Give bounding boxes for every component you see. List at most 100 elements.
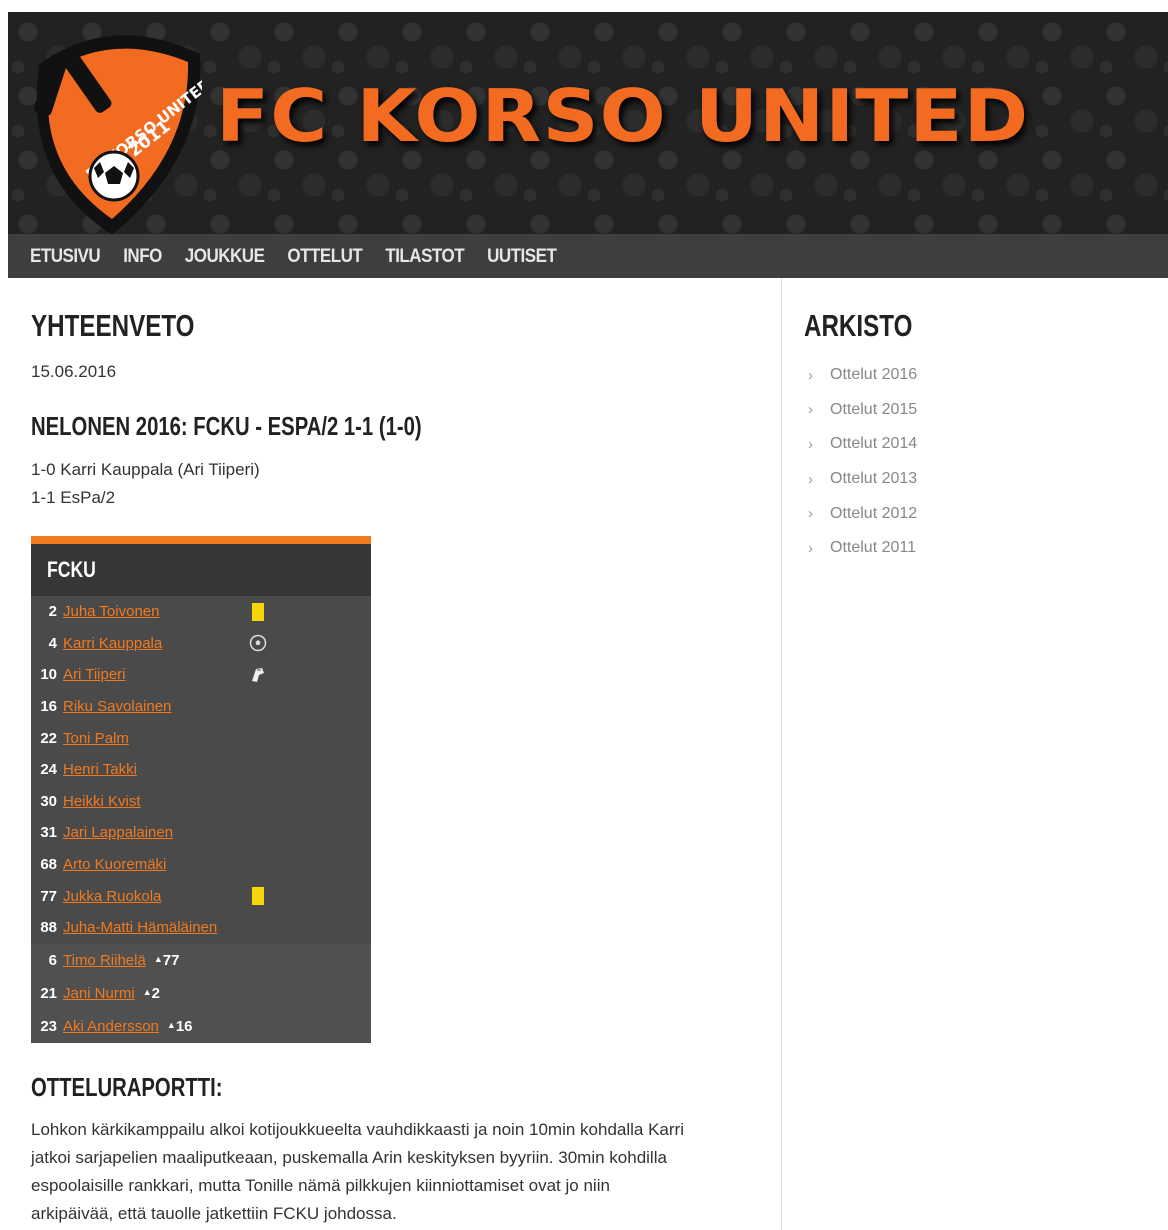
assist-boot-icon bbox=[252, 667, 264, 682]
nav-info[interactable]: INFO bbox=[123, 245, 162, 268]
player-name-link[interactable]: Jani Nurmi bbox=[63, 985, 135, 1002]
sub-minute: 16 bbox=[175, 1017, 193, 1035]
player-number: 4 bbox=[48, 634, 57, 652]
nav-tilastot[interactable]: TILASTOT bbox=[385, 245, 464, 268]
page-title: YHTEENVETO bbox=[31, 308, 195, 343]
player-row: 2 Juha Toivonen bbox=[31, 596, 371, 628]
player-row: 88 Juha-Matti Hämäläinen bbox=[31, 912, 371, 944]
goal-line: 1-1 EsPa/2 bbox=[31, 488, 116, 507]
sub-in-icon: ▲ bbox=[142, 986, 152, 997]
player-row: 68 Arto Kuoremäki bbox=[31, 849, 371, 881]
archive-item: › Ottelut 2015 bbox=[808, 393, 917, 428]
sub-minute: 2 bbox=[151, 984, 160, 1002]
report-line: espoolaisille rankkari, mutta Tonille nä… bbox=[31, 1176, 610, 1195]
player-row: 4 Karri Kauppala bbox=[31, 628, 371, 660]
player-name-link[interactable]: Aki Andersson bbox=[63, 1018, 159, 1035]
player-name-link[interactable]: Jukka Ruokola bbox=[63, 888, 243, 905]
sub-in-icon: ▲ bbox=[166, 1019, 176, 1030]
player-event bbox=[243, 602, 273, 621]
match-date: 15.06.2016 bbox=[31, 362, 117, 381]
player-name-link[interactable]: Toni Palm bbox=[63, 730, 243, 747]
sub-minute: 77 bbox=[162, 951, 180, 969]
report-line: Lohkon kärkikamppailu alkoi kotijoukkuee… bbox=[31, 1120, 684, 1139]
archive-heading: ARKISTO bbox=[804, 308, 913, 343]
club-logo[interactable]: FC KORSO UNITED 2011 bbox=[22, 26, 202, 234]
player-number: 77 bbox=[40, 887, 57, 905]
match-title: NELONEN 2016: FCKU - ESPA/2 1-1 (1-0) bbox=[31, 411, 422, 441]
report-line: jatkoi sarjapelien maaliputkeaan, puskem… bbox=[31, 1148, 667, 1167]
nav-joukkue[interactable]: JOUKKUE bbox=[185, 245, 265, 268]
chevron-right-icon: › bbox=[808, 470, 813, 488]
player-number: 23 bbox=[40, 1017, 57, 1035]
player-row: 22 Toni Palm bbox=[31, 722, 371, 754]
player-event bbox=[243, 634, 273, 652]
player-name-link[interactable]: Henri Takki bbox=[63, 761, 243, 778]
player-number: 30 bbox=[40, 792, 57, 810]
sub-row: 21 Jani Nurmi ▲2 bbox=[31, 977, 371, 1010]
player-number: 6 bbox=[48, 951, 57, 969]
player-number: 22 bbox=[40, 729, 57, 747]
goal-ball-icon bbox=[249, 635, 267, 652]
chevron-right-icon: › bbox=[808, 435, 813, 453]
player-name-link[interactable]: Heikki Kvist bbox=[63, 793, 243, 810]
lineup-table: FCKU 2 Juha Toivonen 4 Karri Kauppala 10 Ari … bbox=[31, 536, 371, 1043]
yellow-card-icon bbox=[252, 602, 264, 621]
subs-list: 6 Timo Riihelä ▲77 21 Jani Nurmi ▲2 23 Aki Ande… bbox=[31, 943, 371, 1043]
match-report: Lohkon kärkikamppailu alkoi kotijoukkuee… bbox=[31, 1116, 761, 1228]
player-name-link[interactable]: Juha-Matti Hämäläinen bbox=[63, 919, 243, 936]
yellow-card-icon bbox=[252, 887, 264, 906]
player-number: 10 bbox=[40, 666, 57, 684]
archive-link[interactable]: Ottelut 2016 bbox=[830, 366, 917, 384]
chevron-right-icon: › bbox=[808, 366, 813, 384]
player-number: 88 bbox=[40, 919, 57, 937]
archive-link[interactable]: Ottelut 2013 bbox=[830, 470, 917, 488]
chevron-right-icon: › bbox=[808, 505, 813, 523]
nav-uutiset[interactable]: UUTISET bbox=[487, 245, 557, 268]
archive-list: › Ottelut 2016 › Ottelut 2015 › Ottelut 201… bbox=[808, 358, 917, 566]
player-name-link[interactable]: Karri Kauppala bbox=[63, 635, 243, 652]
player-row: 24 Henri Takki bbox=[31, 754, 371, 786]
lineup-header: FCKU bbox=[31, 544, 371, 596]
archive-item: › Ottelut 2016 bbox=[808, 358, 917, 393]
sub-row: 23 Aki Andersson ▲16 bbox=[31, 1010, 371, 1043]
main-nav: ETUSIVU INFO JOUKKUE OTTELUT TILASTOT UU… bbox=[8, 234, 1168, 278]
player-name-link[interactable]: Jari Lappalainen bbox=[63, 824, 243, 841]
player-number: 21 bbox=[40, 984, 57, 1002]
player-number: 31 bbox=[40, 824, 57, 842]
archive-item: › Ottelut 2011 bbox=[808, 531, 917, 566]
player-name-link[interactable]: Juha Toivonen bbox=[63, 603, 243, 620]
archive-link[interactable]: Ottelut 2012 bbox=[830, 505, 917, 523]
player-name-link[interactable]: Timo Riihelä bbox=[63, 952, 146, 969]
archive-link[interactable]: Ottelut 2011 bbox=[830, 539, 916, 557]
player-row: 31 Jari Lappalainen bbox=[31, 817, 371, 849]
archive-item: › Ottelut 2012 bbox=[808, 496, 917, 531]
player-row: 16 Riku Savolainen bbox=[31, 691, 371, 723]
starters-list: 2 Juha Toivonen 4 Karri Kauppala 10 Ari Tiipe… bbox=[31, 596, 371, 944]
lineup-team-name: FCKU bbox=[47, 557, 96, 582]
archive-item: › Ottelut 2014 bbox=[808, 427, 917, 462]
chevron-right-icon: › bbox=[808, 539, 813, 557]
report-heading: OTTELURAPORTTI: bbox=[31, 1072, 223, 1102]
player-number: 68 bbox=[40, 856, 57, 874]
site-header: FC KORSO UNITED 2011 FC KORSO UNITED bbox=[8, 12, 1168, 234]
player-number: 16 bbox=[40, 698, 57, 716]
player-row: 10 Ari Tiiperi bbox=[31, 659, 371, 691]
player-row: 77 Jukka Ruokola bbox=[31, 880, 371, 912]
player-row: 30 Heikki Kvist bbox=[31, 786, 371, 818]
archive-link[interactable]: Ottelut 2014 bbox=[830, 435, 917, 453]
sub-row: 6 Timo Riihelä ▲77 bbox=[31, 944, 371, 977]
nav-ottelut[interactable]: OTTELUT bbox=[287, 245, 362, 268]
column-divider bbox=[781, 278, 782, 1230]
player-number: 2 bbox=[48, 603, 57, 621]
chevron-right-icon: › bbox=[808, 401, 813, 419]
player-event bbox=[243, 665, 273, 685]
nav-etusivu[interactable]: ETUSIVU bbox=[30, 245, 101, 268]
player-name-link[interactable]: Arto Kuoremäki bbox=[63, 856, 243, 873]
site-title[interactable]: FC KORSO UNITED bbox=[216, 74, 1029, 158]
player-name-link[interactable]: Ari Tiiperi bbox=[63, 666, 243, 683]
sub-in-icon: ▲ bbox=[153, 953, 163, 964]
goal-line: 1-0 Karri Kauppala (Ari Tiiperi) bbox=[31, 460, 260, 479]
player-name-link[interactable]: Riku Savolainen bbox=[63, 698, 243, 715]
archive-link[interactable]: Ottelut 2015 bbox=[830, 401, 917, 419]
player-number: 24 bbox=[40, 761, 57, 779]
